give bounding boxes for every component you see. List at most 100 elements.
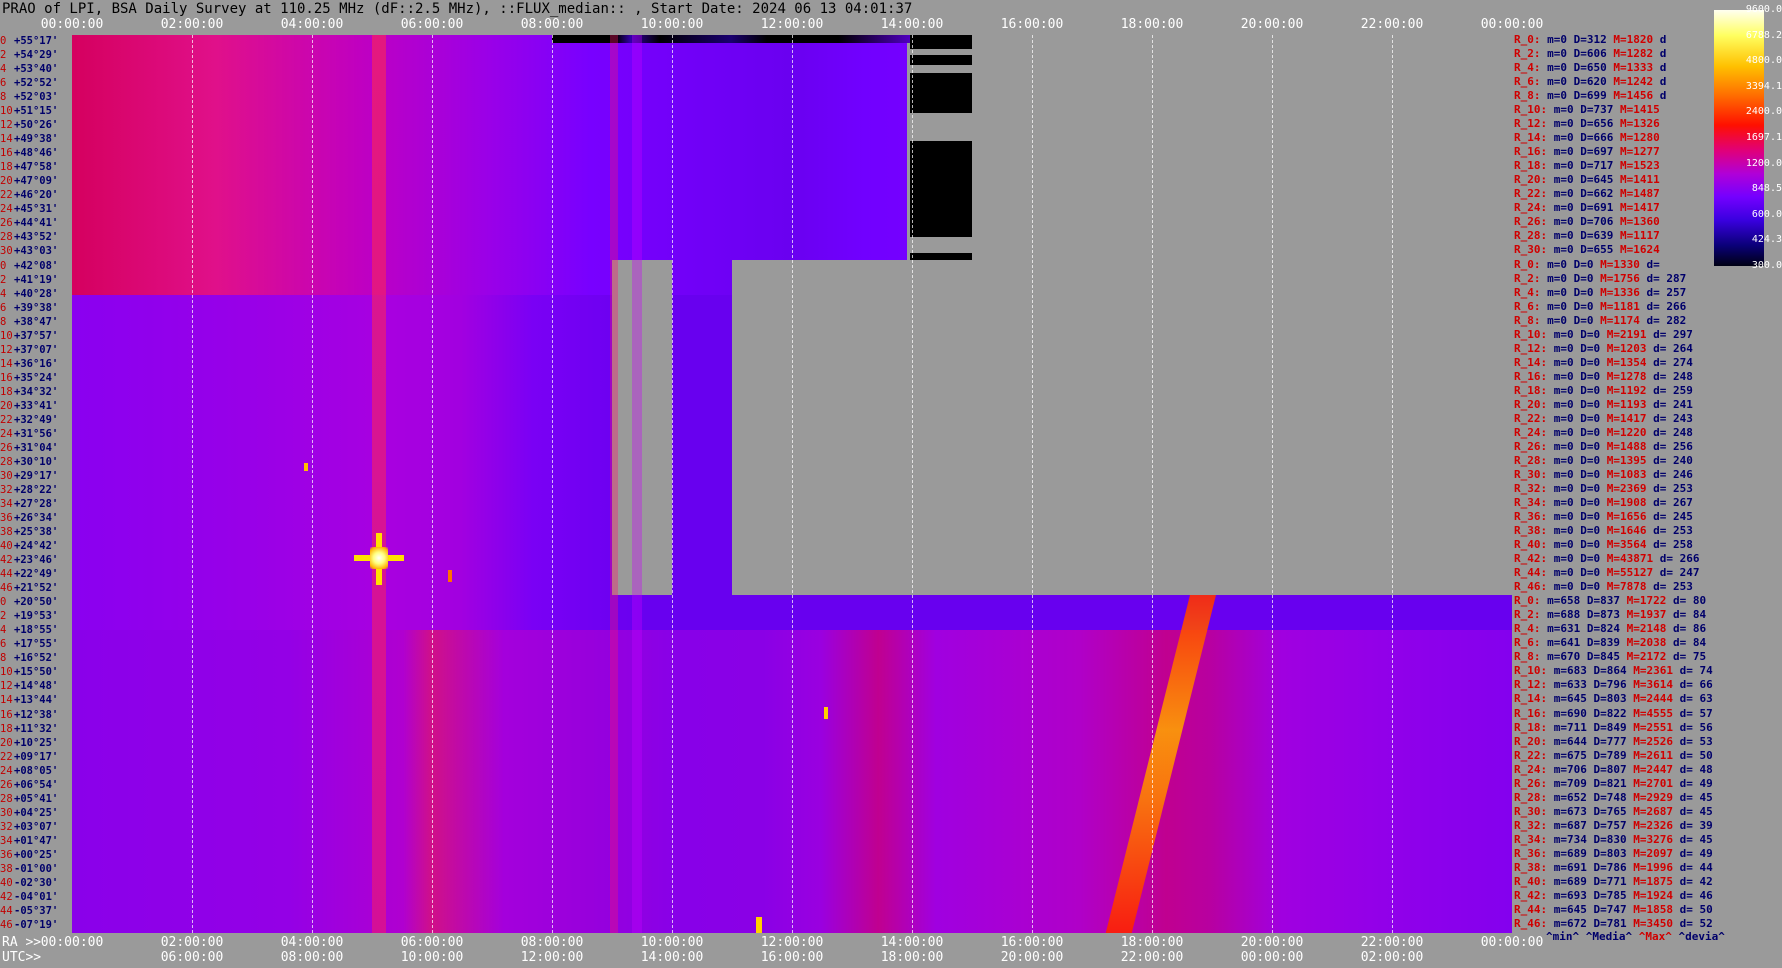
- declination-row: 14+13°44': [0, 694, 72, 706]
- stat-row-label: R_30:: [1514, 243, 1554, 257]
- stat-max: M=1924: [1633, 888, 1680, 902]
- stat-row: R_38: m=691 D=786 M=1996 d= 44: [1514, 861, 1713, 875]
- declination-row: 16+35°24': [0, 372, 72, 384]
- stat-devia: d: [1659, 89, 1667, 103]
- stat-min: m=0: [1553, 215, 1581, 229]
- source-spot: [448, 570, 452, 582]
- stat-row: R_6: m=641 D=839 M=2038 d= 84: [1514, 636, 1706, 650]
- declination-value: +31°56': [14, 427, 59, 440]
- stat-max: M=1456: [1613, 89, 1660, 103]
- stat-median: D=662: [1580, 187, 1620, 201]
- stat-row-label: R_0:: [1514, 594, 1548, 608]
- declination-row: 30+29°17': [0, 470, 72, 482]
- utc-axis-tick-label: 14:00:00: [640, 950, 704, 965]
- declination-index: 6: [0, 638, 7, 651]
- stat-row: R_32: m=0 D=0 M=2369 d= 253: [1514, 482, 1693, 496]
- stat-row-label: R_2:: [1514, 47, 1548, 61]
- stat-max: M=2701: [1633, 776, 1680, 790]
- declination-value: +00°25': [14, 848, 59, 861]
- declination-value: +22°49': [14, 568, 59, 581]
- stat-max: M=2369: [1606, 482, 1654, 495]
- declination-index: 22: [0, 750, 13, 763]
- stat-max: M=3450: [1633, 916, 1680, 930]
- declination-index: 38: [0, 862, 13, 875]
- stat-row-label: R_26:: [1514, 439, 1554, 453]
- declination-value: +47°58': [14, 161, 59, 174]
- stat-median: D=0: [1573, 299, 1601, 313]
- declination-value: +54°29': [14, 49, 59, 62]
- declination-value: +31°04': [14, 441, 59, 454]
- grid-line: [912, 35, 913, 933]
- stat-median: D=666: [1580, 131, 1620, 145]
- grid-line: [312, 35, 313, 933]
- declination-index: 8: [0, 91, 7, 104]
- declination-value: +23°46': [14, 554, 59, 567]
- declination-index: 40: [0, 876, 13, 889]
- stat-row: R_24: m=706 D=807 M=2447 d= 48: [1514, 763, 1713, 777]
- stat-devia: d= 266: [1659, 552, 1700, 566]
- stat-min: m=0: [1553, 580, 1581, 594]
- legend-max: ^Max^: [1638, 930, 1672, 943]
- declination-index: 2: [0, 273, 7, 286]
- stat-devia: d= 258: [1653, 538, 1693, 552]
- stat-max: M=1336: [1600, 285, 1647, 299]
- declination-index: 28: [0, 231, 13, 244]
- stat-row-label: R_18:: [1514, 159, 1554, 173]
- stat-min: m=0: [1553, 482, 1581, 495]
- stat-median: D=717: [1580, 159, 1620, 173]
- ra-axis-prefix: RA >>: [2, 935, 42, 950]
- stat-row-label: R_12:: [1514, 678, 1554, 692]
- colorbar-tick-label: 9600.0: [1745, 4, 1782, 15]
- declination-row: 0 +55°17': [0, 35, 72, 47]
- declination-row: 14+36°16': [0, 358, 72, 370]
- stat-median: D=0: [1580, 453, 1607, 467]
- declination-value: +46°20': [14, 189, 59, 202]
- stat-row: R_34: m=0 D=0 M=1908 d= 267: [1514, 496, 1693, 510]
- stat-row: R_46: m=0 D=0 M=7878 d= 253: [1514, 580, 1693, 594]
- stat-median: D=803: [1593, 846, 1634, 860]
- stat-row-label: R_22:: [1514, 187, 1554, 201]
- stat-row-label: R_40:: [1514, 538, 1554, 552]
- stat-row: R_16: m=690 D=822 M=4555 d= 57: [1514, 707, 1713, 721]
- stat-row-label: R_16:: [1514, 369, 1554, 383]
- declination-row: 22+09°17': [0, 751, 72, 763]
- stat-row: R_22: m=675 D=789 M=2611 d= 50: [1514, 749, 1713, 763]
- stat-median: D=777: [1593, 734, 1634, 748]
- colorbar-tick-label: 300.0: [1751, 260, 1782, 271]
- stat-row: R_40: m=0 D=0 M=3564 d= 258: [1514, 538, 1693, 552]
- stat-devia: d= 53: [1679, 734, 1713, 748]
- stat-devia: d= 297: [1653, 327, 1693, 341]
- stat-row-label: R_30:: [1514, 804, 1554, 818]
- stat-devia: d= 45: [1679, 804, 1713, 818]
- stat-max: M=1326: [1620, 117, 1660, 131]
- declination-row: 8 +16°52': [0, 652, 72, 664]
- stat-max: M=1282: [1613, 47, 1660, 61]
- top-axis-tick-label: 06:00:00: [400, 17, 464, 32]
- stats-legend: ^min^ ^Media^ ^Max^ ^devia^: [1546, 930, 1725, 943]
- vertical-streak: [610, 35, 618, 933]
- bottom-axis-tick-label: 08:00:00: [520, 935, 584, 950]
- stat-min: m=691: [1553, 860, 1594, 874]
- declination-index: 10: [0, 329, 13, 342]
- stat-row: R_28: m=0 D=0 M=1395 d= 240: [1514, 454, 1693, 468]
- stat-row-label: R_4:: [1514, 285, 1548, 299]
- stat-row: R_46: m=672 D=781 M=3450 d= 52: [1514, 917, 1713, 931]
- declination-index: 0: [0, 259, 7, 272]
- stat-max: M=1487: [1620, 187, 1660, 201]
- declination-index: 24: [0, 764, 13, 777]
- stat-min: m=690: [1553, 706, 1594, 720]
- declination-value: +32°49': [14, 413, 59, 426]
- stat-devia: d= 240: [1653, 453, 1693, 467]
- declination-row: 18+47°58': [0, 161, 72, 173]
- stat-max: M=1756: [1600, 271, 1647, 285]
- grid-line: [1272, 35, 1273, 933]
- stat-devia: d= 75: [1672, 650, 1707, 664]
- stat-min: m=688: [1547, 608, 1587, 622]
- stat-max: M=1523: [1620, 159, 1660, 173]
- stat-devia: d= 49: [1679, 776, 1713, 790]
- stat-row-label: R_34:: [1514, 496, 1554, 510]
- stat-max: M=1174: [1600, 313, 1647, 327]
- stat-min: m=0: [1553, 467, 1581, 481]
- stat-median: D=781: [1593, 916, 1634, 930]
- declination-row: 24+31°56': [0, 428, 72, 440]
